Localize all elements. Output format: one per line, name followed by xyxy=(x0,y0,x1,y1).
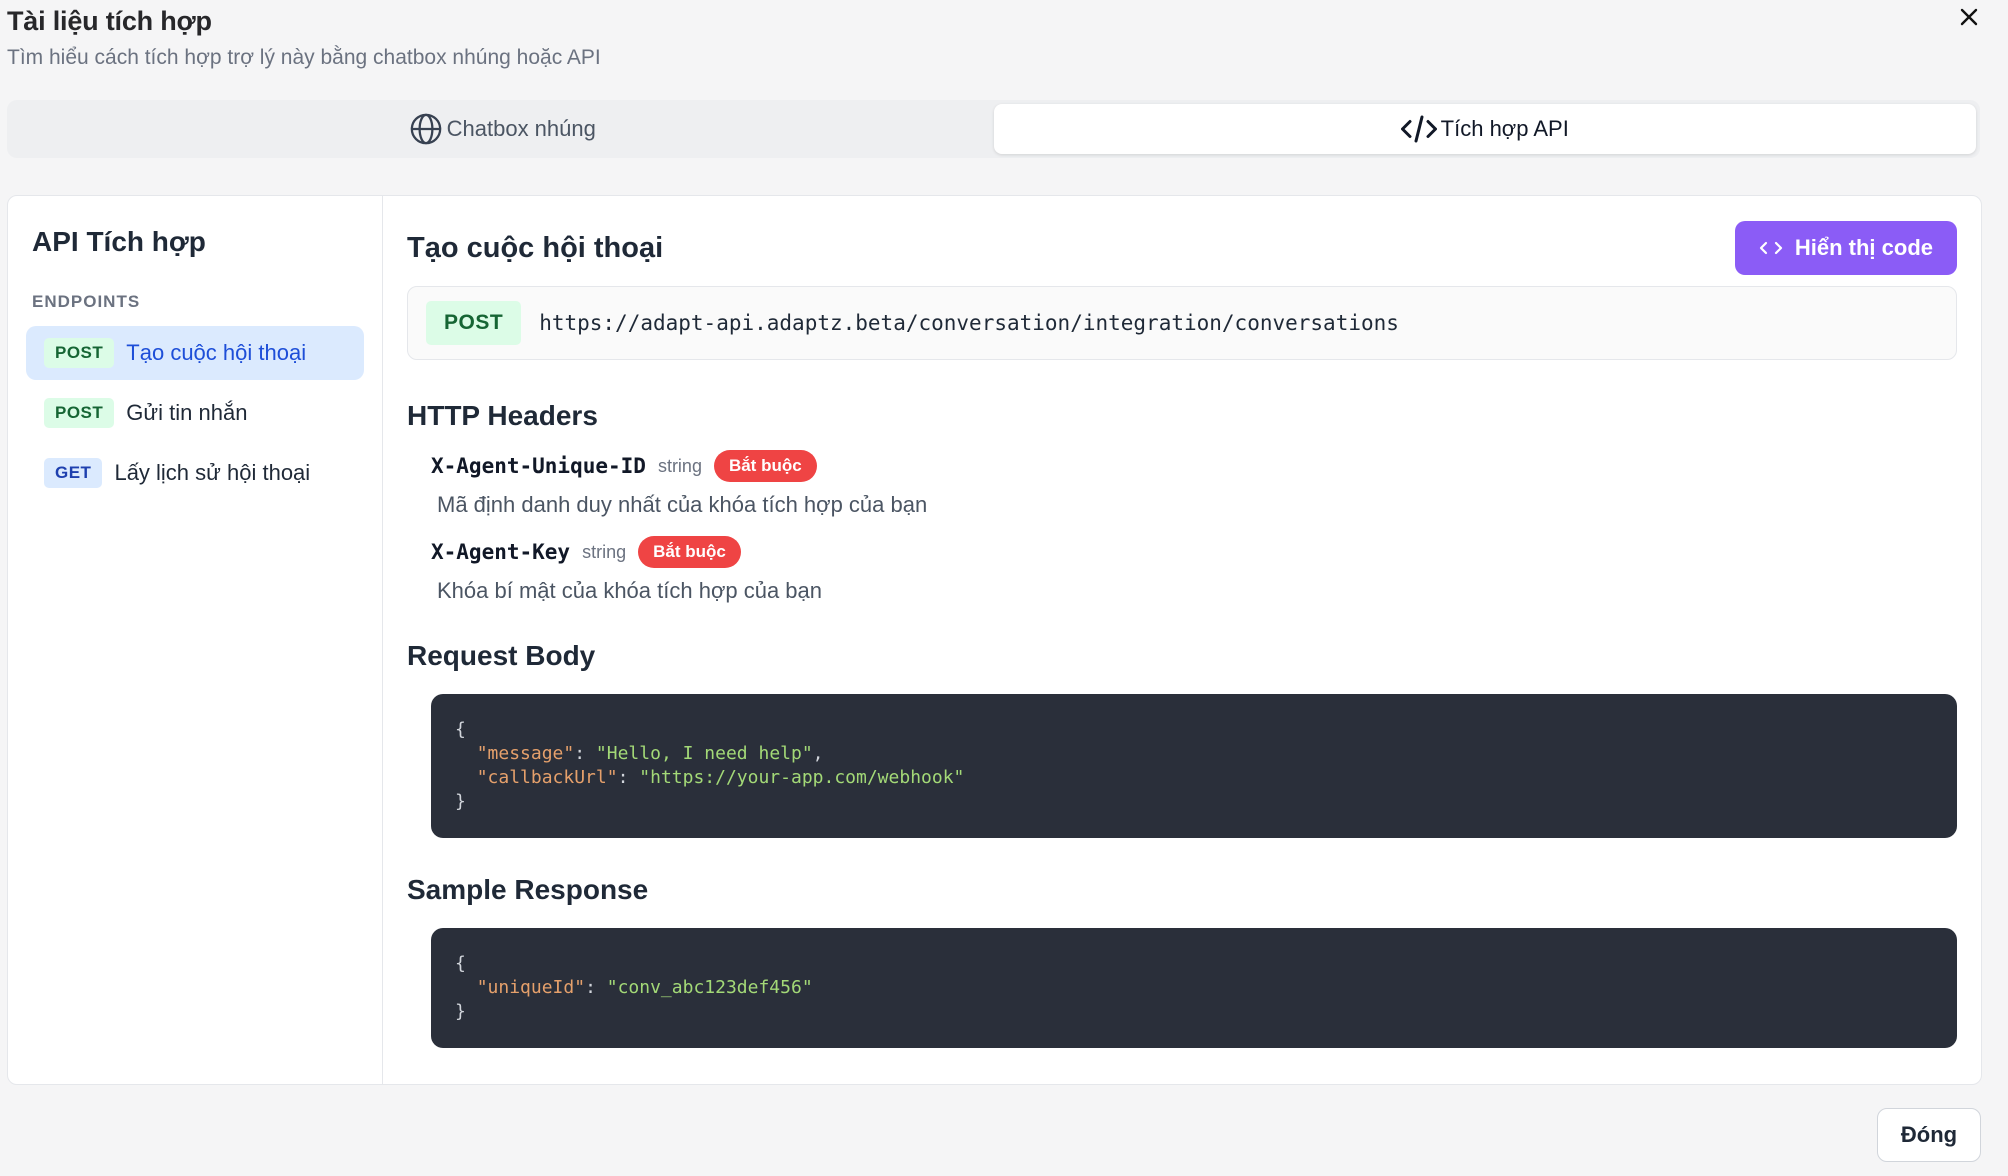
tab-api-integration[interactable]: Tích hợp API xyxy=(993,104,1976,154)
api-docs-panel: API Tích hợp ENDPOINTS POST Tạo cuộc hội… xyxy=(7,195,1982,1085)
sidebar-section-heading: ENDPOINTS xyxy=(32,292,141,311)
header-item: X-Agent-Unique-ID string Bắt buộc Mã địn… xyxy=(407,450,1957,518)
endpoint-list: POST Tạo cuộc hội thoại POST Gửi tin nhắ… xyxy=(26,326,364,500)
code-brace: } xyxy=(455,1001,466,1022)
headers-title: HTTP Headers xyxy=(407,400,598,431)
tab-label: Chatbox nhúng xyxy=(446,116,596,141)
method-badge: POST xyxy=(44,338,115,368)
request-body-title: Request Body xyxy=(407,640,596,671)
header-type: string xyxy=(582,541,627,562)
headers-section: HTTP Headers X-Agent-Unique-ID string Bắ… xyxy=(407,400,1957,604)
endpoint-label: Lấy lịch sử hội thoại xyxy=(114,460,311,485)
tab-embedded-chatbox[interactable]: Chatbox nhúng xyxy=(11,104,994,154)
show-code-label: Hiển thị code xyxy=(1794,235,1933,260)
header-description: Mã định danh duy nhất của khóa tích hợp … xyxy=(437,492,928,517)
code-brace: { xyxy=(455,953,466,974)
header-name: X-Agent-Unique-ID xyxy=(431,454,646,478)
method-badge: GET xyxy=(44,458,103,488)
header-type: string xyxy=(657,455,702,476)
method-badge: POST xyxy=(426,301,522,345)
endpoints-sidebar: API Tích hợp ENDPOINTS POST Tạo cuộc hội… xyxy=(8,196,383,1084)
code-icon xyxy=(1759,241,1782,255)
code-brace: } xyxy=(455,791,466,812)
endpoint-url-box: POST https://adapt-api.adaptz.beta/conve… xyxy=(407,286,1957,360)
endpoint-send-message[interactable]: POST Gửi tin nhắn xyxy=(26,386,364,440)
header-description: Khóa bí mật của khóa tích hợp của bạn xyxy=(437,578,823,603)
sample-response-section: Sample Response { "uniqueId": "conv_abc1… xyxy=(407,874,1957,1048)
code-key: "message" xyxy=(476,743,575,764)
close-icon xyxy=(1960,8,1978,26)
header-item: X-Agent-Key string Bắt buộc Khóa bí mật … xyxy=(407,536,1957,604)
endpoint-title: Tạo cuộc hội thoại xyxy=(407,231,664,264)
sample-response-title: Sample Response xyxy=(407,874,649,905)
endpoint-create-conversation[interactable]: POST Tạo cuộc hội thoại xyxy=(26,326,364,380)
method-badge: POST xyxy=(44,398,115,428)
sidebar-title: API Tích hợp xyxy=(32,226,206,257)
request-body-code[interactable]: { "message": "Hello, I need help", "call… xyxy=(431,694,1957,838)
dialog-subtitle: Tìm hiểu cách tích hợp trợ lý này bằng c… xyxy=(7,46,601,69)
header-name: X-Agent-Key xyxy=(431,540,571,564)
required-badge: Bắt buộc xyxy=(638,536,741,568)
close-dialog-button[interactable] xyxy=(1954,2,1984,32)
code-value: "Hello, I need help" xyxy=(595,743,813,764)
dialog-title: Tài liệu tích hợp xyxy=(7,6,212,36)
endpoint-label: Tạo cuộc hội thoại xyxy=(126,340,307,365)
code-brace: { xyxy=(455,719,466,740)
endpoint-detail: Tạo cuộc hội thoại Hiển thị code POST ht… xyxy=(383,196,1981,1084)
code-value: "conv_abc123def456" xyxy=(606,977,813,998)
tab-label: Tích hợp API xyxy=(1440,116,1569,141)
endpoint-url[interactable]: https://adapt-api.adaptz.beta/conversati… xyxy=(539,311,1399,335)
integration-tabs: Chatbox nhúng Tích hợp API xyxy=(7,100,1980,158)
endpoint-get-history[interactable]: GET Lấy lịch sử hội thoại xyxy=(26,446,364,500)
close-button[interactable]: Đóng xyxy=(1877,1108,1981,1162)
required-badge: Bắt buộc xyxy=(713,450,817,482)
endpoint-label: Gửi tin nhắn xyxy=(126,400,248,425)
code-key: "callbackUrl" xyxy=(476,767,618,788)
code-value: "https://your-app.com/webhook" xyxy=(639,767,965,788)
show-code-button[interactable]: Hiển thị code xyxy=(1734,221,1957,275)
integration-dialog: Tài liệu tích hợp Tìm hiểu cách tích hợp… xyxy=(0,0,2008,1176)
code-icon xyxy=(1400,115,1437,143)
code-key: "uniqueId" xyxy=(476,977,586,998)
globe-icon xyxy=(410,113,441,145)
request-body-section: Request Body { "message": "Hello, I need… xyxy=(407,640,1957,838)
sample-response-code[interactable]: { "uniqueId": "conv_abc123def456" } xyxy=(431,928,1957,1048)
